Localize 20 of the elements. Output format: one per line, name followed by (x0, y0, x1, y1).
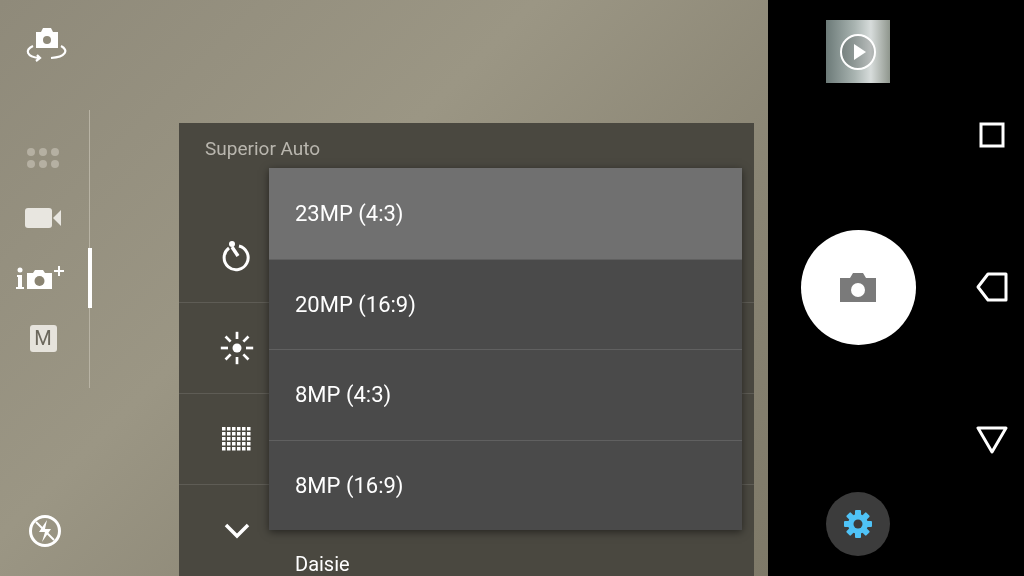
grid-dots-icon[interactable] (26, 147, 60, 169)
home-icon[interactable] (976, 426, 1008, 454)
resolution-option[interactable]: 20MP (16:9) (269, 258, 742, 349)
camera-icon (838, 271, 878, 304)
resolution-option[interactable]: 8MP (4:3) (269, 349, 742, 440)
recents-icon[interactable] (979, 122, 1005, 148)
mode-item[interactable]: M (0, 308, 90, 368)
resolution-option[interactable]: 8MP (16:9) (269, 439, 742, 530)
play-icon[interactable] (839, 32, 877, 71)
chevron-down-icon[interactable] (223, 521, 251, 540)
flash-off-icon[interactable] (28, 514, 62, 548)
manual-mode-icon[interactable]: M (29, 324, 57, 352)
photo-thumbnail[interactable] (826, 20, 890, 83)
back-icon[interactable] (976, 272, 1008, 302)
setting-value: Daisie (295, 550, 350, 576)
grid-icon[interactable] (222, 427, 252, 451)
resolution-option[interactable]: 23MP (4:3) (269, 168, 742, 259)
panel-title: Superior Auto (205, 137, 321, 160)
settings-icon (842, 508, 874, 540)
video-camera-icon[interactable] (24, 207, 62, 229)
